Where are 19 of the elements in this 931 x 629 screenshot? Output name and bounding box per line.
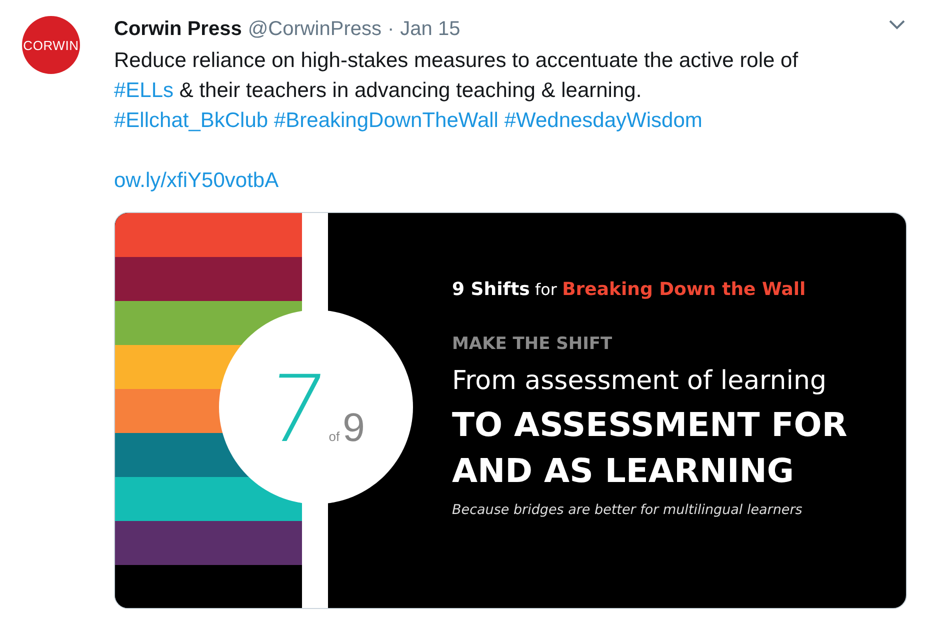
avatar-logo[interactable]: CORWIN [22, 16, 80, 74]
hashtag-link[interactable]: #ELLs [114, 79, 174, 102]
graphic-tagline: Because bridges are better for multilingual learners [452, 502, 802, 518]
hashtag-link[interactable]: #BreakingDownTheWall [274, 109, 498, 132]
graphic-heading: 9 Shifts for Breaking Down the Wall [452, 279, 806, 300]
hashtag-link[interactable]: #WednesdayWisdom [504, 109, 702, 132]
tweet-text: Reduce reliance on high-stakes measures to accentuate the active role of #ELLs & their teachers in advancing teaching & learning. [114, 48, 800, 104]
badge-total: 9 [342, 408, 365, 448]
tweet-date[interactable]: Jan 15 [400, 18, 460, 41]
author-name[interactable]: Corwin Press [114, 18, 242, 41]
graphic-subtitle: From assessment of learning [452, 366, 826, 396]
chevron-icon[interactable] [889, 20, 905, 30]
hashtag-link[interactable]: #Ellchat_BkClub [114, 109, 268, 132]
url-link[interactable]: ow.ly/xfiY50votbA [114, 169, 279, 192]
badge-of: of [328, 429, 340, 444]
graphic-kicker: MAKE THE SHIFT [452, 334, 612, 354]
graphic-title: TO ASSESSMENT FOR AND AS LEARNING [452, 404, 848, 492]
author-handle[interactable]: @CorwinPress [248, 18, 382, 41]
separator-dot: · [388, 18, 394, 41]
